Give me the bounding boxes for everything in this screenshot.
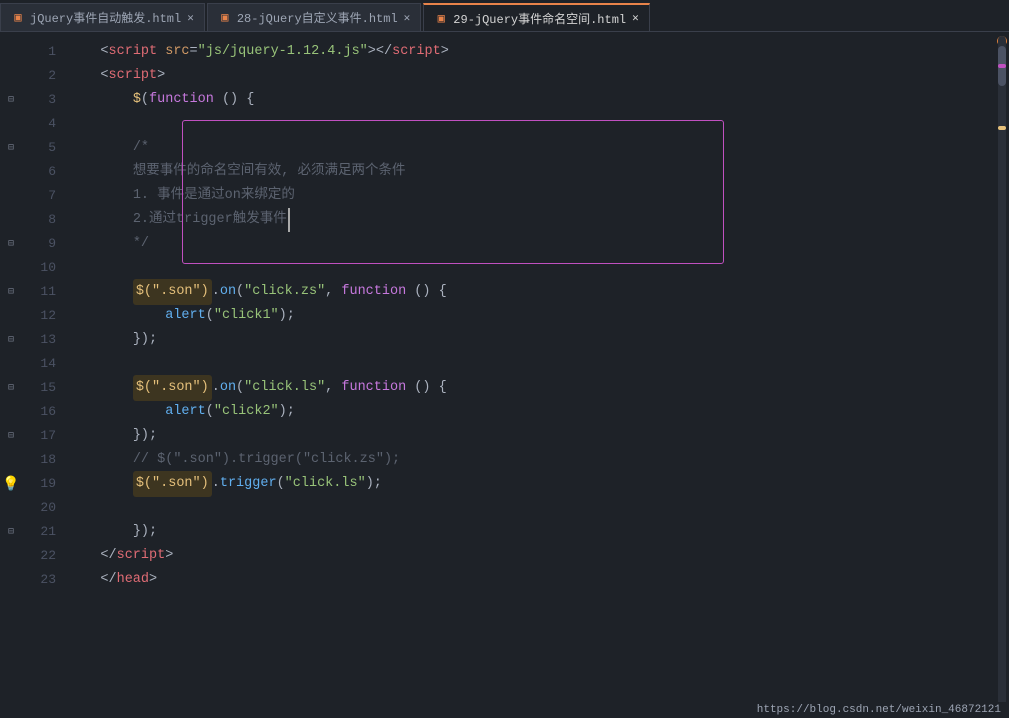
- code-line-18: // $(".son").trigger("click.zs");: [68, 448, 995, 472]
- code-line-15: $(".son").on("click.ls", function () {: [68, 376, 995, 400]
- fold-icon-5[interactable]: ⊟: [0, 136, 22, 160]
- code-line-22: </script>: [68, 544, 995, 568]
- code-line-9: */: [68, 232, 995, 256]
- fold-icon-13[interactable]: ⊟: [0, 328, 22, 352]
- line-num-6: 6: [22, 160, 56, 184]
- status-bar: https://blog.csdn.net/weixin_46872121: [749, 702, 1009, 718]
- line-num-23: 23: [22, 568, 56, 592]
- fold-icon-9[interactable]: ⊟: [0, 232, 22, 256]
- code-line-2: <script>: [68, 64, 995, 88]
- fold-icon-15[interactable]: ⊟: [0, 376, 22, 400]
- tab-jquery-auto[interactable]: ▣ jQuery事件自动触发.html ✕: [0, 3, 205, 31]
- code-line-13: });: [68, 328, 995, 352]
- code-line-4: [68, 112, 995, 136]
- line-num-8: 8: [22, 208, 56, 232]
- code-line-11: $(".son").on("click.zs", function () {: [68, 280, 995, 304]
- slot-10: [0, 256, 22, 280]
- tab-bar: ▣ jQuery事件自动触发.html ✕ ▣ 28-jQuery自定义事件.h…: [0, 0, 1009, 32]
- line-num-14: 14: [22, 352, 56, 376]
- code-line-8: 2.通过trigger触发事件: [68, 208, 995, 232]
- slot-16: [0, 400, 22, 424]
- code-line-21: });: [68, 520, 995, 544]
- line-num-7: 7: [22, 184, 56, 208]
- code-line-12: alert("click1");: [68, 304, 995, 328]
- line-num-18: 18: [22, 448, 56, 472]
- line-num-5: 5: [22, 136, 56, 160]
- bulb-icon-lightbulb[interactable]: 💡: [0, 472, 22, 496]
- line-num-2: 2: [22, 64, 56, 88]
- slot-8: [0, 208, 22, 232]
- status-url: https://blog.csdn.net/weixin_46872121: [757, 704, 1001, 716]
- tab-label-2: 29-jQuery事件命名空间.html: [453, 10, 626, 27]
- code-line-5: /*: [68, 136, 995, 160]
- slot-6: [0, 160, 22, 184]
- tab-close-btn-2[interactable]: ✕: [632, 11, 639, 25]
- code-line-20: [68, 496, 995, 520]
- slot-7: [0, 184, 22, 208]
- editor-area: ⊟ ⊟ ⊟ ⊟ ⊟ ⊟ ⊟ 💡 ⊟ 1 2 3 4 5 6 7 8 9 10 1…: [0, 32, 1009, 718]
- line-num-4: 4: [22, 112, 56, 136]
- line-num-16: 16: [22, 400, 56, 424]
- line-num-9: 9: [22, 232, 56, 256]
- fold-icon-3[interactable]: ⊟: [0, 88, 22, 112]
- line-num-13: 13: [22, 328, 56, 352]
- tab-jquery-custom[interactable]: ▣ 28-jQuery自定义事件.html ✕: [207, 3, 421, 31]
- fold-icon-21[interactable]: ⊟: [0, 520, 22, 544]
- tab-close-btn-1[interactable]: ✕: [404, 11, 411, 25]
- code-line-3: $(function () {: [68, 88, 995, 112]
- slot-18: [0, 448, 22, 472]
- slot-12: [0, 304, 22, 328]
- scrollbar[interactable]: [995, 32, 1009, 718]
- fold-icon-11[interactable]: ⊟: [0, 280, 22, 304]
- slot-20: [0, 496, 22, 520]
- code-line-1: <script src="js/jquery-1.12.4.js"></scri…: [68, 40, 995, 64]
- html-file-icon-1: ▣: [218, 11, 232, 25]
- code-line-14: [68, 352, 995, 376]
- line-num-1: 1: [22, 40, 56, 64]
- line-num-22: 22: [22, 544, 56, 568]
- html-file-icon-2: ▣: [434, 11, 448, 25]
- fold-icon-slot-2: [0, 64, 22, 88]
- slot-14: [0, 352, 22, 376]
- line-num-3: 3: [22, 88, 56, 112]
- scroll-marker-comment: [998, 64, 1006, 68]
- code-line-17: });: [68, 424, 995, 448]
- code-editor[interactable]: <script src="js/jquery-1.12.4.js"></scri…: [64, 32, 995, 718]
- line-num-15: 15: [22, 376, 56, 400]
- fold-icon-slot-1: [0, 40, 22, 64]
- left-gutter-icons: ⊟ ⊟ ⊟ ⊟ ⊟ ⊟ ⊟ 💡 ⊟: [0, 32, 22, 718]
- fold-icon-17[interactable]: ⊟: [0, 424, 22, 448]
- line-num-21: 21: [22, 520, 56, 544]
- tab-label-1: 28-jQuery自定义事件.html: [237, 9, 398, 26]
- code-line-16: alert("click2");: [68, 400, 995, 424]
- line-num-12: 12: [22, 304, 56, 328]
- line-num-17: 17: [22, 424, 56, 448]
- code-line-6: 想要事件的命名空间有效, 必须满足两个条件: [68, 160, 995, 184]
- line-numbers: 1 2 3 4 5 6 7 8 9 10 11 12 13 14 15 16 1…: [22, 32, 64, 718]
- tab-close-btn-0[interactable]: ✕: [187, 11, 194, 25]
- scroll-marker-trigger: [998, 126, 1006, 130]
- tab-label: jQuery事件自动触发.html: [30, 9, 181, 26]
- code-line-7: 1. 事件是通过on来绑定的: [68, 184, 995, 208]
- tab-jquery-namespace[interactable]: ▣ 29-jQuery事件命名空间.html ✕: [423, 3, 649, 31]
- line-num-20: 20: [22, 496, 56, 520]
- code-line-19: $(".son").trigger("click.ls");: [68, 472, 995, 496]
- code-line-23: </head>: [68, 568, 995, 592]
- code-line-10: [68, 256, 995, 280]
- line-num-11: 11: [22, 280, 56, 304]
- line-num-19: 19: [22, 472, 56, 496]
- fold-icon-slot-4: [0, 112, 22, 136]
- line-num-10: 10: [22, 256, 56, 280]
- scrollbar-track[interactable]: [998, 36, 1006, 714]
- html-file-icon: ▣: [11, 11, 25, 25]
